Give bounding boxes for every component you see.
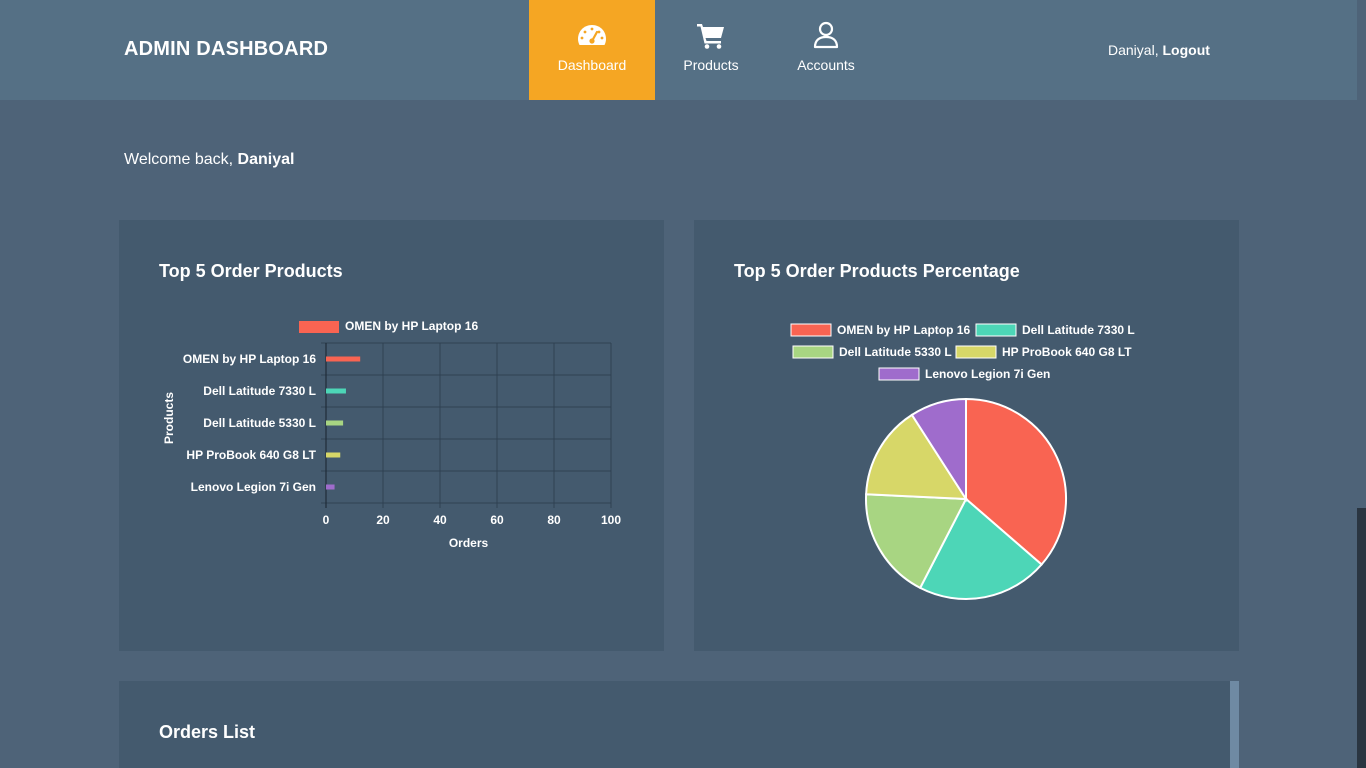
- bar-mark[interactable]: [326, 388, 346, 394]
- cart-icon: [697, 24, 724, 49]
- pie-chart: OMEN by HP Laptop 16 Dell Latitude 7330 L…: [790, 323, 1135, 600]
- pie-legend-label: Dell Latitude 5330 L: [839, 345, 952, 359]
- bar-x-tick-label: 100: [601, 513, 621, 527]
- bar-chart: OMEN by HP Laptop 16 0 20 40 60 80 100 OMEN by …: [162, 319, 621, 550]
- top-orders-bar-card: Top 5 Order Products OMEN by HP Laptop 1…: [119, 220, 664, 651]
- bar-x-tick-label: 60: [490, 513, 504, 527]
- nav-accounts[interactable]: Accounts: [767, 0, 885, 100]
- welcome-prefix: Welcome back,: [124, 151, 234, 168]
- bar-category-label: Dell Latitude 5330 L: [203, 416, 316, 430]
- logout-link[interactable]: Logout: [1162, 42, 1209, 58]
- bar-x-tick-label: 80: [547, 513, 561, 527]
- welcome-message: Welcome back, Daniyal: [124, 151, 294, 169]
- pie-legend-swatch: [792, 345, 834, 359]
- pie-legend-label: Dell Latitude 7330 L: [1022, 323, 1135, 337]
- pie-legend-item[interactable]: Lenovo Legion 7i Gen: [878, 367, 1050, 381]
- brand-title: ADMIN DASHBOARD: [124, 38, 329, 60]
- bar-x-tick-label: 0: [323, 513, 330, 527]
- pie-legend-item[interactable]: Dell Latitude 7330 L: [975, 323, 1135, 337]
- bar-mark[interactable]: [326, 484, 335, 490]
- pie-legend-label: OMEN by HP Laptop 16: [837, 323, 970, 337]
- bar-mark[interactable]: [326, 356, 361, 362]
- pie-legend-item[interactable]: Dell Latitude 5330 L: [792, 345, 952, 359]
- pie-legend-swatch: [955, 345, 997, 359]
- nav-products-label: Products: [683, 57, 739, 73]
- pie-legend-swatch: [878, 367, 920, 381]
- orders-list-title: Orders List: [159, 722, 256, 742]
- nav-accounts-label: Accounts: [797, 57, 855, 73]
- bar-mark[interactable]: [326, 452, 341, 458]
- user-name: Daniyal,: [1108, 42, 1159, 58]
- bar-x-axis-title: Orders: [449, 536, 489, 550]
- pie-legend-swatch: [975, 323, 1017, 337]
- nav-dashboard-label: Dashboard: [557, 57, 627, 73]
- bar-y-axis-title: Products: [162, 392, 176, 444]
- pie-legend-item[interactable]: HP ProBook 640 G8 LT: [955, 345, 1132, 359]
- welcome-user-name: Daniyal: [237, 151, 295, 168]
- user-area: Daniyal, Logout: [1108, 42, 1210, 58]
- pie-legend-item[interactable]: OMEN by HP Laptop 16: [790, 323, 970, 337]
- bar-category-label: HP ProBook 640 G8 LT: [186, 448, 316, 462]
- bar-grid: [321, 342, 612, 508]
- bar-mark[interactable]: [326, 420, 344, 426]
- bar-legend-swatch: [299, 321, 339, 333]
- bar-x-tick-label: 20: [376, 513, 390, 527]
- orders-list-scrollbar[interactable]: [1230, 681, 1239, 768]
- user-icon: [813, 21, 839, 49]
- pie-legend-label: HP ProBook 640 G8 LT: [1002, 345, 1132, 359]
- top-navigation-bar: ADMIN DASHBOARD Dashboard Products Accou…: [0, 0, 1357, 100]
- bar-legend[interactable]: OMEN by HP Laptop 16: [299, 319, 478, 333]
- top-orders-pie-card: Top 5 Order Products Percentage OMEN by …: [694, 220, 1239, 651]
- page-scrollbar-thumb[interactable]: [1357, 508, 1366, 768]
- bar-category-label: Lenovo Legion 7i Gen: [191, 480, 316, 494]
- bar-category-label: OMEN by HP Laptop 16: [183, 352, 316, 366]
- nav-products[interactable]: Products: [655, 0, 767, 100]
- nav-dashboard[interactable]: Dashboard: [529, 0, 655, 100]
- bar-x-tick-label: 40: [433, 513, 447, 527]
- pie-legend-swatch: [790, 323, 832, 337]
- speedometer-icon: [578, 25, 606, 45]
- main-nav: Dashboard Products Accounts: [529, 0, 885, 100]
- pie-legend-label: Lenovo Legion 7i Gen: [925, 367, 1050, 381]
- bar-legend-label: OMEN by HP Laptop 16: [345, 319, 478, 333]
- pie-legend: OMEN by HP Laptop 16 Dell Latitude 7330 L…: [790, 323, 1135, 381]
- orders-list-card: Orders List: [119, 681, 1230, 768]
- bar-category-label: Dell Latitude 7330 L: [203, 384, 316, 398]
